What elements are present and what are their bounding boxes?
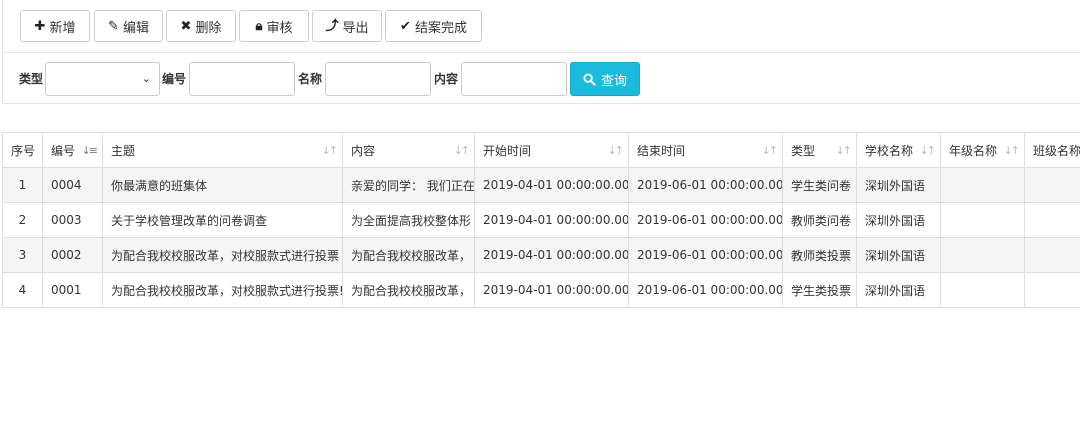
edit-button[interactable]: ✎ 编辑 bbox=[94, 10, 163, 42]
name-input[interactable] bbox=[325, 62, 431, 96]
toolbar-divider bbox=[3, 52, 1080, 53]
cell-class bbox=[1024, 202, 1080, 238]
table-row[interactable]: 4 0001 为配合我校校服改革，对校服款式进行投票! 为配合我校校服改革， 2… bbox=[2, 272, 1080, 308]
type-label: 类型 bbox=[19, 72, 44, 86]
sort-icon[interactable]: ↓↑ bbox=[608, 144, 625, 157]
cell-type: 教师类投票 bbox=[782, 237, 857, 273]
column-header-school[interactable]: 学校名称 ↓↑ bbox=[856, 132, 941, 168]
cell-code: 0002 bbox=[42, 237, 103, 273]
cell-type: 教师类问卷 bbox=[782, 202, 857, 238]
export-button-label: 导出 bbox=[342, 20, 369, 36]
close-case-button[interactable]: ✔ 结案完成 bbox=[385, 10, 482, 42]
search-icon bbox=[583, 72, 596, 86]
add-button[interactable]: ✚ 新增 bbox=[20, 10, 90, 42]
cell-end-time: 2019-06-01 00:00:00.000 bbox=[628, 272, 783, 308]
export-icon: ⤴ bbox=[325, 18, 339, 34]
column-header-end-time[interactable]: 结束时间 ↓↑ bbox=[628, 132, 783, 168]
cell-start-time: 2019-04-01 00:00:00.000 bbox=[474, 272, 629, 308]
column-header-subject[interactable]: 主题 ↓↑ bbox=[102, 132, 343, 168]
chevron-down-icon: ⌄ bbox=[141, 72, 151, 85]
cell-content: 亲爱的同学： 我们正在 bbox=[342, 167, 475, 203]
cell-subject: 为配合我校校服改革，对校服款式进行投票 bbox=[102, 237, 343, 273]
cell-index: 3 bbox=[2, 237, 43, 273]
cell-grade bbox=[940, 237, 1025, 273]
close-case-button-label: 结案完成 bbox=[414, 20, 467, 36]
column-header-grade[interactable]: 年级名称 ↓↑ bbox=[940, 132, 1025, 168]
review-button[interactable]: 🔒︎ 审核 bbox=[239, 10, 309, 42]
sort-icon[interactable]: ↓↑ bbox=[762, 144, 779, 157]
cell-school: 深圳外国语 bbox=[856, 167, 941, 203]
code-input[interactable] bbox=[189, 62, 295, 96]
sort-icon[interactable]: ↓↑ bbox=[1004, 144, 1021, 157]
content-input[interactable] bbox=[461, 62, 567, 96]
add-button-label: 新增 bbox=[49, 20, 76, 36]
cell-index: 1 bbox=[2, 167, 43, 203]
cell-class bbox=[1024, 237, 1080, 273]
column-header-index[interactable]: 序号 bbox=[2, 132, 43, 168]
table-header-row: 序号 编号 ↓≡ 主题 ↓↑ 内容 ↓↑ 开始时间 ↓↑ 结束时间 ↓↑ 类型 ↓↑ 学校名… bbox=[2, 132, 1080, 168]
cell-type: 学生类问卷 bbox=[782, 167, 857, 203]
search-button-label: 查询 bbox=[600, 73, 627, 89]
cell-code: 0003 bbox=[42, 202, 103, 238]
column-header-content[interactable]: 内容 ↓↑ bbox=[342, 132, 475, 168]
table-row[interactable]: 3 0002 为配合我校校服改革，对校服款式进行投票 为配合我校校服改革， 20… bbox=[2, 237, 1080, 273]
column-header-code[interactable]: 编号 ↓≡ bbox=[42, 132, 103, 168]
content-label: 内容 bbox=[434, 72, 459, 86]
type-select[interactable]: ⌄ bbox=[45, 62, 160, 96]
export-button[interactable]: ⤴ 导出 bbox=[312, 10, 382, 42]
plus-icon: ✚ bbox=[34, 18, 46, 34]
column-header-type[interactable]: 类型 ↓↑ bbox=[782, 132, 857, 168]
sort-desc-icon[interactable]: ↓≡ bbox=[82, 144, 99, 157]
sort-icon[interactable]: ↓↑ bbox=[322, 144, 339, 157]
cell-start-time: 2019-04-01 00:00:00.000 bbox=[474, 167, 629, 203]
data-table: 序号 编号 ↓≡ 主题 ↓↑ 内容 ↓↑ 开始时间 ↓↑ 结束时间 ↓↑ 类型 ↓↑ 学校名… bbox=[2, 132, 1080, 308]
cell-grade bbox=[940, 272, 1025, 308]
cell-code: 0001 bbox=[42, 272, 103, 308]
column-header-start-time[interactable]: 开始时间 ↓↑ bbox=[474, 132, 629, 168]
cell-class bbox=[1024, 272, 1080, 308]
cell-subject: 为配合我校校服改革，对校服款式进行投票! bbox=[102, 272, 343, 308]
cell-grade bbox=[940, 202, 1025, 238]
table-row[interactable]: 2 0003 关于学校管理改革的问卷调查 为全面提高我校整体形 2019-04-… bbox=[2, 202, 1080, 238]
cell-grade bbox=[940, 167, 1025, 203]
search-button[interactable]: 查询 bbox=[570, 62, 640, 96]
cell-index: 4 bbox=[2, 272, 43, 308]
sort-icon[interactable]: ↓↑ bbox=[836, 144, 853, 157]
lock-icon: 🔒︎ bbox=[255, 18, 263, 34]
sort-icon[interactable]: ↓↑ bbox=[920, 144, 937, 157]
delete-button[interactable]: ✖ 删除 bbox=[166, 10, 236, 42]
cell-type: 学生类投票 bbox=[782, 272, 857, 308]
cell-subject: 关于学校管理改革的问卷调查 bbox=[102, 202, 343, 238]
cell-content: 为全面提高我校整体形 bbox=[342, 202, 475, 238]
name-label: 名称 bbox=[298, 72, 323, 86]
cell-end-time: 2019-06-01 00:00:00.000 bbox=[628, 167, 783, 203]
cell-start-time: 2019-04-01 00:00:00.000 bbox=[474, 237, 629, 273]
filter-bar: 类型 ⌄ 编号 名称 内容 查询 bbox=[3, 62, 1080, 96]
cell-start-time: 2019-04-01 00:00:00.000 bbox=[474, 202, 629, 238]
pencil-icon: ✎ bbox=[108, 18, 119, 34]
cell-content: 为配合我校校服改革， bbox=[342, 237, 475, 273]
cell-code: 0004 bbox=[42, 167, 103, 203]
delete-button-label: 删除 bbox=[195, 20, 222, 36]
code-label: 编号 bbox=[162, 72, 187, 86]
cell-content: 为配合我校校服改革， bbox=[342, 272, 475, 308]
cell-index: 2 bbox=[2, 202, 43, 238]
toolbar-panel: ✚ 新增 ✎ 编辑 ✖ 删除 🔒︎ 审核 ⤴ 导出 ✔ 结案完成 类型 ⌄ 编号… bbox=[2, 0, 1080, 104]
cell-end-time: 2019-06-01 00:00:00.000 bbox=[628, 202, 783, 238]
check-icon: ✔ bbox=[400, 18, 411, 34]
cell-class bbox=[1024, 167, 1080, 203]
cell-school: 深圳外国语 bbox=[856, 202, 941, 238]
sort-icon[interactable]: ↓↑ bbox=[454, 144, 471, 157]
cell-school: 深圳外国语 bbox=[856, 237, 941, 273]
edit-button-label: 编辑 bbox=[122, 20, 149, 36]
cell-subject: 你最满意的班集体 bbox=[102, 167, 343, 203]
column-header-class[interactable]: 班级名称 bbox=[1024, 132, 1080, 168]
remove-icon: ✖ bbox=[180, 18, 192, 34]
cell-end-time: 2019-06-01 00:00:00.000 bbox=[628, 237, 783, 273]
table-row[interactable]: 1 0004 你最满意的班集体 亲爱的同学： 我们正在 2019-04-01 0… bbox=[2, 167, 1080, 203]
cell-school: 深圳外国语 bbox=[856, 272, 941, 308]
data-table-container: 序号 编号 ↓≡ 主题 ↓↑ 内容 ↓↑ 开始时间 ↓↑ 结束时间 ↓↑ 类型 ↓↑ 学校名… bbox=[2, 132, 1080, 308]
review-button-label: 审核 bbox=[266, 20, 293, 36]
